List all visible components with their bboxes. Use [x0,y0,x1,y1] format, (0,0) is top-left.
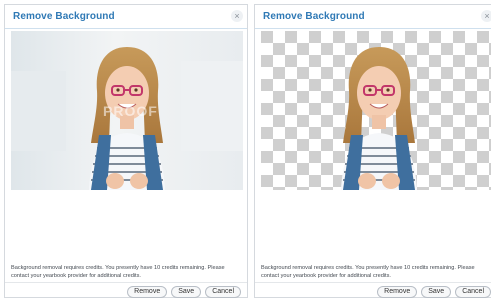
cancel-button[interactable]: Cancel [455,286,491,298]
girl-figure [341,47,417,190]
remove-background-dialog-original: Remove Background × PROOF Background rem… [4,4,248,298]
remove-button[interactable]: Remove [127,286,168,298]
close-icon[interactable]: × [231,10,243,22]
photo-background-removed [261,31,491,190]
credits-info-text: Background removal requires credits. You… [11,265,225,279]
dialog-titlebar: Remove Background × [255,5,491,29]
cancel-button[interactable]: Cancel [205,286,241,298]
save-button[interactable]: Save [421,286,452,298]
credits-info-text: Background removal requires credits. You… [261,265,475,279]
dialog-buttons: Remove Save Cancel [377,286,491,298]
watermark: PROOF [103,103,158,119]
remove-button[interactable]: Remove [377,286,418,298]
remove-background-dialog-removed: Remove Background × Background removal r… [254,4,491,298]
dialog-title: Remove Background [263,11,365,22]
dialog-buttons: Remove Save Cancel [127,286,241,298]
footer-divider [5,282,247,283]
screen: Remove Background × PROOF Background rem… [0,0,491,301]
photo-with-background: PROOF [11,31,243,190]
student-photo-transparent [261,31,491,190]
footer-divider [255,282,491,283]
dialog-title: Remove Background [13,11,115,22]
close-icon[interactable]: × [481,10,491,22]
dialog-titlebar: Remove Background × [5,5,247,29]
save-button[interactable]: Save [171,286,202,298]
